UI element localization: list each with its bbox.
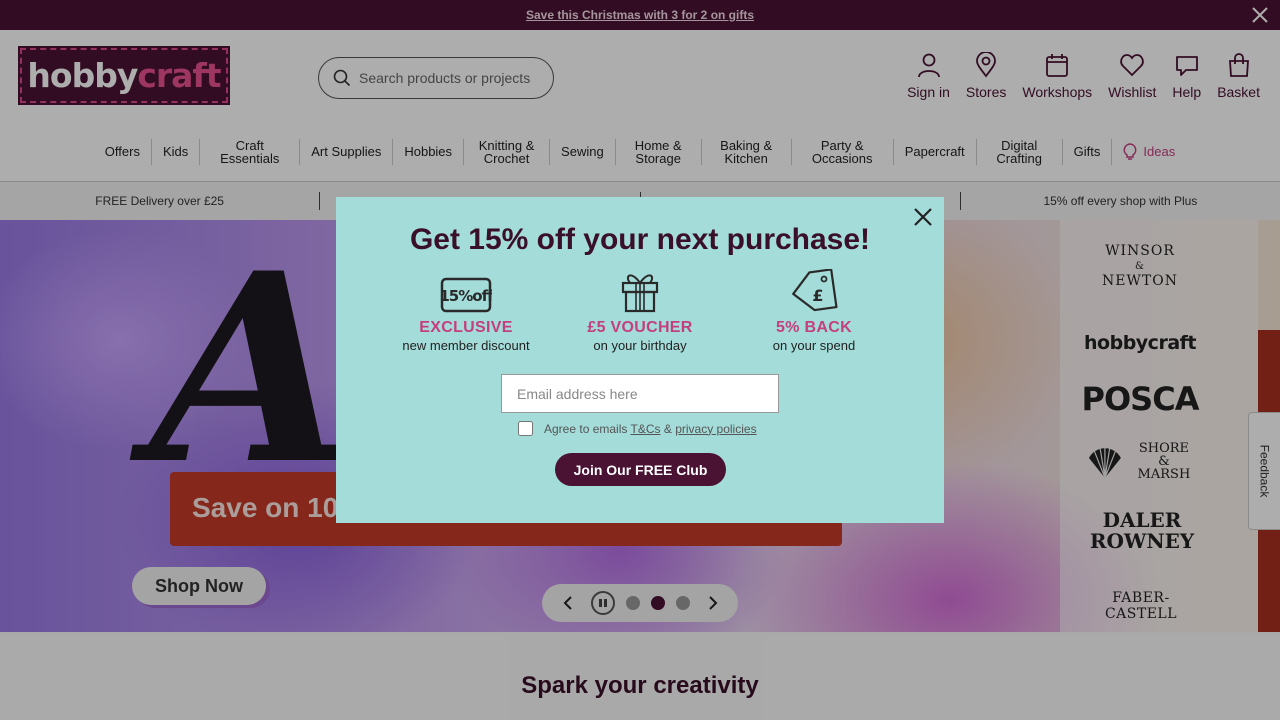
agree-checkbox[interactable] — [518, 421, 533, 436]
perk-cashback: £ 5% BACK on your spend — [729, 269, 899, 353]
percent-badge-icon: 15%off — [440, 277, 492, 313]
agree-and: & — [663, 421, 672, 436]
perk-exclusive: 15%off EXCLUSIVE new member discount — [381, 269, 551, 353]
pound-symbol-text: £ — [812, 286, 823, 305]
perk-exclusive-subtitle: new member discount — [402, 338, 530, 353]
email-field[interactable] — [501, 374, 779, 413]
signup-modal: Get 15% off your next purchase! 15%off E… — [336, 197, 944, 523]
percent-badge-text: 15%off — [440, 287, 492, 305]
perk-cashback-subtitle: on your spend — [772, 338, 856, 353]
gift-icon — [621, 274, 659, 313]
perk-exclusive-title: EXCLUSIVE — [419, 319, 513, 336]
perk-voucher: £5 VOUCHER on your birthday — [555, 269, 725, 353]
agree-prefix: Agree to emails — [544, 421, 628, 436]
join-club-button[interactable]: Join Our FREE Club — [555, 453, 726, 486]
modal-title: Get 15% off your next purchase! — [409, 223, 871, 256]
price-tag-icon: £ — [792, 269, 838, 312]
privacy-link[interactable]: privacy policies — [675, 422, 756, 436]
terms-link[interactable]: T&Cs — [631, 422, 661, 436]
agree-checkbox-row: Agree to emails T&Cs & privacy policies — [518, 421, 757, 436]
perk-cashback-title: 5% BACK — [776, 319, 852, 336]
perk-voucher-title: £5 VOUCHER — [587, 319, 693, 336]
agree-text: Agree to emails T&Cs & privacy policies — [544, 422, 757, 436]
perk-voucher-subtitle: on your birthday — [593, 338, 687, 353]
